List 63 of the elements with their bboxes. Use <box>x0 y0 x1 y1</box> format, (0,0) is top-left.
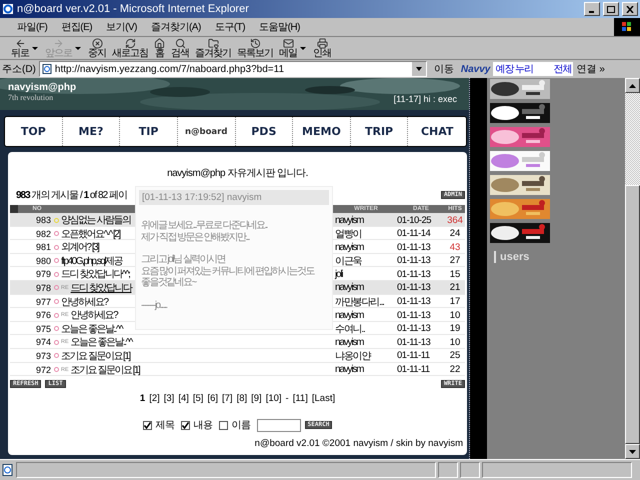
date-cell-text: 01-11-13 <box>397 310 432 321</box>
date-cell-text: 01-10-25 <box>397 214 432 226</box>
writer-cell-text: navyism <box>335 214 365 226</box>
checkbox-label: 제목 <box>156 419 175 432</box>
date-cell-text: 01-11-13 <box>397 255 432 266</box>
date-cell-text: 01-11-13 <box>397 268 432 280</box>
date-cell-text: 01-11-11 <box>397 364 431 376</box>
site-status: [11-17] hi : exec <box>394 94 457 104</box>
post-count: 983 개의 게시물 / 1 of 82 페이 <box>16 189 127 202</box>
checkbox-label: 내용 <box>194 419 213 432</box>
date-cell-text: 01-11-13 <box>397 336 432 348</box>
tooltip-paragraph: 위에글 보세요...무료로 다준다네요.. 제가 직접 방문은 안해봤지만... <box>140 220 268 243</box>
post-number: 973 <box>34 350 52 361</box>
writer-cell-text: 까만봉다리... <box>335 296 385 309</box>
post-number: 983 <box>34 215 52 225</box>
hits-cell-text: 10 <box>448 310 462 321</box>
post-number: 976 <box>34 310 52 320</box>
hits-cell-text: 25 <box>448 350 462 362</box>
post-number: 982 <box>34 228 52 239</box>
tooltip-paragraph: --------jo...... <box>140 300 168 311</box>
post-number: 978 <box>34 282 52 293</box>
writer-cell-text: 수여니.. <box>335 322 366 336</box>
writer-cell-text: 이근욱 <box>335 254 363 268</box>
post-number: 977 <box>34 296 52 307</box>
hits-cell-text: 22 <box>448 364 462 376</box>
tooltip-paragraph: 그리고 joli님 실력이시면 요즘 많이 퍼져있는 커뮤니티에 편입하시는것도 좋을것같네요~ <box>140 254 316 288</box>
date-cell-text: 01-11-13 <box>397 296 432 308</box>
post-number: 980 <box>34 256 52 266</box>
date-cell-text: 01-11-14 <box>397 228 432 240</box>
writer-cell-text: navyism <box>335 310 365 321</box>
date-cell-text: 01-11-13 <box>397 282 432 294</box>
date-cell-text: 01-11-13 <box>397 242 432 253</box>
site-subtitle: 7th revolution <box>8 93 54 102</box>
tooltip-header: [01-11-13 17:19:52] navyism <box>139 190 329 205</box>
hits-cell-text: 10 <box>448 336 462 348</box>
post-number: 975 <box>34 324 52 334</box>
post-number: 981 <box>34 242 52 252</box>
post-number: 974 <box>34 337 52 348</box>
checkbox-label: 이름 <box>232 419 251 432</box>
writer-cell-text: navyism <box>335 242 365 253</box>
address-label: 주소(D) <box>2 63 36 76</box>
hits-cell-text: 17 <box>448 296 462 308</box>
writer-cell-text: joli <box>335 268 344 280</box>
site-name: navyism@php <box>8 82 76 93</box>
writer-cell-text: 얼빵이 <box>335 228 362 241</box>
window-title: n@board ver.v2.01 - Microsoft Internet Explorer <box>17 3 250 15</box>
hits-cell-text: 364 <box>446 214 464 226</box>
board-title: navyism@php 자유게시판 입니다. <box>166 167 309 180</box>
writer-cell-text: navyism <box>335 282 365 294</box>
writer-cell-text: navyism <box>335 364 365 376</box>
hits-cell-text: 24 <box>448 228 462 240</box>
post-number: 979 <box>34 269 52 280</box>
hits-cell-text: 27 <box>448 255 462 266</box>
date-cell-text: 01-11-11 <box>397 350 431 362</box>
board-footer: n@board v2.01 ©2001 navyism / skin by navyism <box>10 438 465 455</box>
post-number: 972 <box>34 364 52 375</box>
writer-cell-text: navyism <box>335 336 365 348</box>
hits-cell-text: 15 <box>448 268 462 280</box>
hits-cell-text: 21 <box>448 282 462 294</box>
hits-cell-text: 43 <box>448 242 462 253</box>
date-cell-text: 01-11-13 <box>397 323 432 334</box>
writer-cell-text: 냐옹이얀 <box>335 350 372 363</box>
hits-cell-text: 19 <box>448 323 462 334</box>
